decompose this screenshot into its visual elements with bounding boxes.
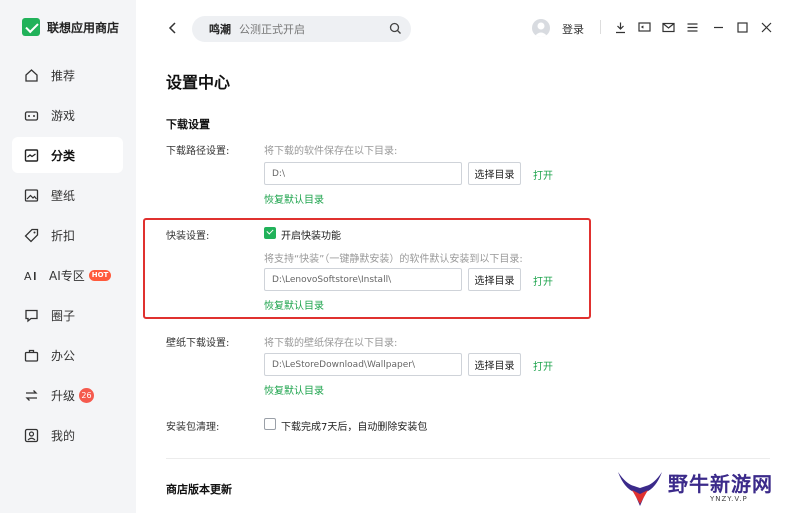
- sidebar-item-ai[interactable]: A AI专区 HOT: [12, 257, 123, 293]
- back-button[interactable]: [164, 19, 182, 37]
- sidebar-item-wallpaper[interactable]: 壁纸: [12, 177, 123, 213]
- quick-install-checkbox-label[interactable]: 开启快装功能: [281, 227, 341, 242]
- sidebar-item-mine[interactable]: 我的: [12, 417, 123, 453]
- restore-default-link[interactable]: 恢复默认目录: [264, 297, 324, 312]
- sidebar-item-label: 圈子: [51, 308, 76, 323]
- cleanup-checkbox-label[interactable]: 下载完成7天后，自动删除安装包: [281, 418, 427, 433]
- avatar[interactable]: [532, 19, 550, 37]
- store-bag-icon: [22, 18, 40, 36]
- divider: [600, 20, 601, 34]
- sidebar-item-office[interactable]: 办公: [12, 337, 123, 373]
- choose-directory-button[interactable]: 选择目录: [468, 162, 521, 185]
- watermark: 野牛新游网 YNZY.V.P: [614, 466, 800, 513]
- sidebar-item-recommend[interactable]: 推荐: [12, 57, 123, 93]
- close-icon[interactable]: [760, 21, 773, 34]
- sidebar-item-label: 游戏: [51, 108, 76, 123]
- login-link[interactable]: 登录: [562, 21, 584, 37]
- sidebar: 联想应用商店 推荐 游戏 分类 壁纸 折扣 A AI专区 HOT 圈子 办公 升…: [0, 0, 136, 513]
- wallpaper-path-input[interactable]: D:\LeStoreDownload\Wallpaper\: [264, 353, 462, 376]
- home-icon: [24, 68, 39, 83]
- sidebar-item-category[interactable]: 分类: [12, 137, 123, 173]
- menu-icon[interactable]: [686, 21, 699, 34]
- open-directory-link[interactable]: 打开: [533, 273, 553, 288]
- restore-default-link[interactable]: 恢复默认目录: [264, 191, 324, 206]
- sidebar-item-games[interactable]: 游戏: [12, 97, 123, 133]
- sidebar-item-label: 分类: [51, 148, 76, 163]
- restore-default-link[interactable]: 恢复默认目录: [264, 382, 324, 397]
- sidebar-item-label: AI专区: [49, 268, 85, 283]
- image-icon: [24, 188, 39, 203]
- download-path-label: 下载路径设置:: [166, 146, 230, 157]
- open-directory-link[interactable]: 打开: [533, 358, 553, 373]
- quick-install-hint: 将支持“快装”（一键静默安装）的软件默认安装到以下目录:: [264, 254, 523, 265]
- sidebar-item-label: 升级: [51, 388, 76, 403]
- category-icon: [24, 148, 39, 163]
- quick-install-label: 快装设置:: [166, 231, 210, 242]
- choose-directory-button[interactable]: 选择目录: [468, 353, 521, 376]
- svg-text:A: A: [24, 270, 32, 283]
- section-title-store-update: 商店版本更新: [166, 483, 232, 496]
- tag-icon: [24, 228, 39, 243]
- mail-icon[interactable]: [662, 21, 675, 34]
- sidebar-item-label: 推荐: [51, 68, 76, 83]
- search-placeholder: 公测正式开启: [239, 23, 305, 36]
- sidebar-item-label: 我的: [51, 428, 76, 443]
- update-icon: [24, 388, 39, 403]
- page-title: 设置中心: [166, 73, 231, 92]
- hot-badge: HOT: [88, 269, 112, 281]
- sidebar-item-circle[interactable]: 圈子: [12, 297, 123, 333]
- wallpaper-path-label: 壁纸下载设置:: [166, 338, 230, 349]
- sidebar-item-label: 办公: [51, 348, 76, 363]
- cleanup-label: 安装包清理:: [166, 422, 220, 433]
- open-directory-link[interactable]: 打开: [533, 167, 553, 182]
- quick-install-checkbox[interactable]: [264, 227, 276, 239]
- ai-icon: A: [24, 268, 39, 283]
- search-hot-keyword: 鸣潮: [209, 23, 231, 36]
- search-bar[interactable]: 鸣潮 公测正式开启: [192, 16, 411, 42]
- briefcase-icon: [24, 348, 39, 363]
- download-path-input[interactable]: D:\: [264, 162, 462, 185]
- chevron-left-icon: [168, 22, 176, 34]
- bull-logo-icon: [618, 472, 662, 506]
- sidebar-item-discount[interactable]: 折扣: [12, 217, 123, 253]
- wallpaper-path-hint: 将下载的壁纸保存在以下目录:: [264, 338, 398, 349]
- quick-install-path-input[interactable]: D:\LenovoSoftstore\Install\: [264, 268, 462, 291]
- download-path-hint: 将下载的软件保存在以下目录:: [264, 146, 398, 157]
- sidebar-item-update[interactable]: 升级 26: [12, 377, 123, 413]
- sidebar-item-label: 折扣: [51, 228, 76, 243]
- user-icon: [24, 428, 39, 443]
- screen-icon[interactable]: [638, 21, 651, 34]
- section-title-download: 下载设置: [166, 118, 210, 131]
- divider: [166, 458, 770, 459]
- update-count-badge: 26: [79, 387, 95, 403]
- search-icon[interactable]: [389, 22, 402, 38]
- maximize-icon[interactable]: [736, 21, 749, 34]
- gamepad-icon: [24, 108, 39, 123]
- app-logo: 联想应用商店: [22, 18, 119, 36]
- sidebar-item-label: 壁纸: [51, 188, 76, 203]
- cleanup-checkbox[interactable]: [264, 418, 276, 430]
- minimize-icon[interactable]: [712, 21, 725, 34]
- choose-directory-button[interactable]: 选择目录: [468, 268, 521, 291]
- download-icon[interactable]: [614, 21, 627, 34]
- watermark-text: 野牛新游网: [668, 472, 773, 496]
- watermark-sub: YNZY.V.P: [710, 495, 748, 503]
- chat-icon: [24, 308, 39, 323]
- app-name: 联想应用商店: [47, 20, 120, 35]
